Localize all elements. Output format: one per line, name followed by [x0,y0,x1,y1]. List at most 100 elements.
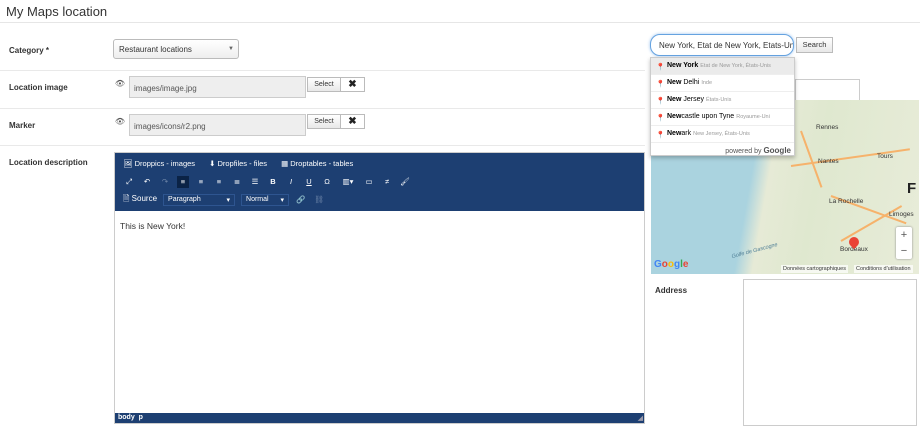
source-label: Source [131,194,158,203]
city-limoges: Limoges [889,211,914,218]
map-edge-label: F [907,180,917,197]
chevron-down-icon: ▾ [226,197,231,204]
plugin-bar: 🖼 Droppics - images ⬇ Dropfiles - files … [123,159,353,168]
address-textarea[interactable] [743,279,917,426]
suggestion-match: New York [667,62,699,69]
marker-clear-button[interactable]: ✖ [340,114,365,129]
special-char-icon[interactable]: Ω [321,176,333,188]
suggestion-secondary: Etat de New York, États-Unis [700,63,771,69]
autocomplete-dropdown: 📍 New York Etat de New York, États-Unis 📍… [650,57,795,156]
marker-field[interactable]: images/icons/r2.png [129,114,306,136]
google-logo: Google [654,259,689,270]
map-terms-link[interactable]: Conditions d'utilisation [854,265,913,273]
search-button[interactable]: Search [796,37,833,53]
align-center-icon[interactable]: ≡ [213,176,225,188]
suggestion-item[interactable]: 📍 Newcastle upon Tyne Royaume-Uni [651,109,794,126]
resize-handle-icon[interactable]: ◢ [638,414,643,422]
category-select[interactable]: Restaurant locations ▼ [113,39,239,59]
powered-by-text: powered by [725,148,762,155]
title-divider [0,22,920,23]
category-label: Category * [9,46,50,55]
undo-icon[interactable]: ↶ [141,176,153,188]
coordinates-field[interactable] [795,79,860,101]
pin-icon: 📍 [656,64,665,71]
suggestion-match: New [667,96,682,103]
location-image-select-button[interactable]: Select [307,77,341,92]
eye-icon[interactable]: 👁 [113,115,127,129]
zoom-out-button[interactable]: − [896,243,912,259]
suggestion-item[interactable]: 📍 New Jersey États-Unis [651,92,794,109]
droppics-button[interactable]: 🖼 Droppics - images [123,159,195,168]
path-p[interactable]: p [139,414,143,421]
pin-icon: 📍 [656,98,665,105]
suggestion-item[interactable]: 📍 New Delhi Inde [651,75,794,92]
suggestion-match: New [667,113,682,120]
link-icon[interactable]: 🔗 [295,194,307,206]
city-la-rochelle: La Rochelle [829,198,864,205]
pin-icon: 📍 [656,115,665,122]
powered-by-brand: Google [763,146,791,155]
suggestion-rest: Jersey [681,96,704,103]
suggestion-rest: Delhi [681,79,700,86]
location-image-label: Location image [9,83,68,92]
suggestion-rest: castle upon Tyne [681,113,735,120]
redo-icon[interactable]: ↷ [159,176,171,188]
location-image-field[interactable]: images/image.jpg [129,76,306,98]
suggestion-secondary: États-Unis [705,97,732,103]
editor-content[interactable]: This is New York! [120,221,185,231]
description-label: Location description [9,158,88,167]
size-select[interactable]: Normal ▾ [241,194,290,206]
size-select-value: Normal [246,196,269,203]
align-left-icon[interactable]: ≡ [177,176,189,188]
dropfiles-button[interactable]: ⬇ Dropfiles - files [209,159,267,168]
strikethrough-icon[interactable]: ≠ [381,176,393,188]
bold-icon[interactable]: B [267,176,279,188]
format-painter-icon[interactable]: 🖌 [399,176,411,188]
unlink-icon[interactable]: ⛓ [313,194,325,206]
download-icon: ⬇ [209,159,216,168]
chevron-down-icon: ▼ [228,46,234,52]
suggestion-secondary: Royaume-Uni [736,114,770,120]
dropfiles-label: Dropfiles - files [217,159,268,168]
suggestion-item[interactable]: 📍 New York Etat de New York, États-Unis [651,58,794,75]
suggestion-item[interactable]: 📍 Newark New Jersey, États-Unis [651,126,794,143]
sea-label: Golfe de Gascogne [731,241,779,261]
page-title: My Maps location [6,4,108,19]
suggestion-match: New [667,79,682,86]
italic-icon[interactable]: I [285,176,297,188]
eye-icon[interactable]: 👁 [113,77,127,91]
image-icon: 🖼 [123,159,133,168]
address-label: Address [655,286,688,295]
suggestion-match: New [667,130,682,137]
pin-icon: 📍 [656,81,665,88]
chevron-down-icon: ▾ [280,197,285,204]
editor-toolbar: 🖼 Droppics - images ⬇ Dropfiles - files … [115,153,644,211]
align-right-icon[interactable]: ≡ [195,176,207,188]
bullet-list-icon[interactable]: ☰ [249,176,261,188]
droptables-label: Droptables - tables [290,159,354,168]
pin-icon: 📍 [656,132,665,139]
droptables-button[interactable]: ▦ Droptables - tables [281,159,353,168]
marker-select-button[interactable]: Select [307,114,341,129]
underline-icon[interactable]: U [303,176,315,188]
location-image-clear-button[interactable]: ✖ [340,77,365,92]
editor-statusbar: body p [115,413,644,423]
row-divider [0,108,645,109]
table-insert-icon[interactable]: ▥▾ [339,176,357,188]
document-icon: 🗎 [123,194,130,203]
fullscreen-icon[interactable]: ⤢ [123,176,135,188]
map-data-credit[interactable]: Données cartographiques [781,265,848,273]
city-rennes: Rennes [816,124,839,131]
format-select[interactable]: Paragraph ▾ [163,194,236,206]
city-tours: Tours [877,153,893,160]
city-nantes: Nantes [818,158,839,165]
zoom-in-button[interactable]: + [896,227,912,243]
row-divider [0,145,645,146]
source-button[interactable]: 🗎 Source [123,193,157,207]
align-justify-icon[interactable]: ≣ [231,176,243,188]
frame-icon[interactable]: ▭ [363,176,375,188]
path-body[interactable]: body [118,414,135,421]
droppics-label: Droppics - images [134,159,196,168]
marker-label: Marker [9,121,36,130]
search-input[interactable]: New York, Etat de New York, Etats-Unis [650,34,794,56]
